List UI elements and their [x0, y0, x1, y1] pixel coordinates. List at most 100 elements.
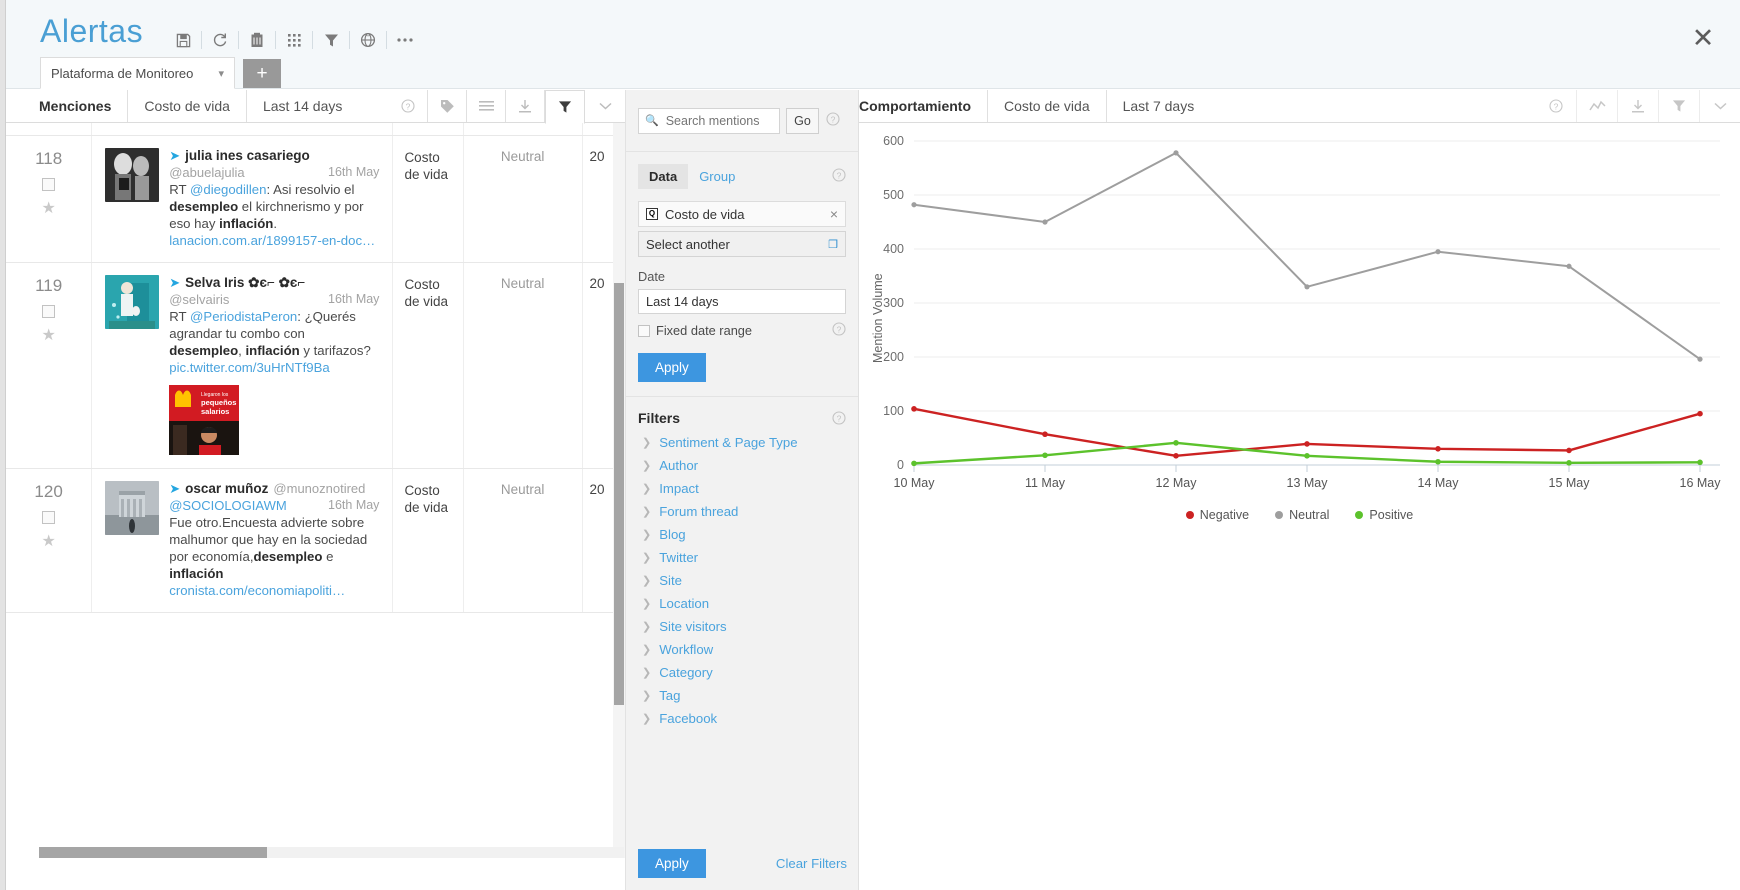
- series-line-neutral[interactable]: [913, 151, 1701, 360]
- help-icon[interactable]: ?: [832, 322, 846, 339]
- data-point[interactable]: [1435, 446, 1441, 452]
- download-icon[interactable]: [1617, 90, 1658, 122]
- data-point[interactable]: [1566, 447, 1572, 454]
- data-point[interactable]: [1304, 284, 1310, 290]
- chart-crumb-date[interactable]: Last 7 days: [1105, 90, 1211, 122]
- help-icon[interactable]: ?: [1535, 90, 1576, 122]
- mention-link[interactable]: @PeriodistaPeron: [190, 309, 297, 324]
- row-checkbox[interactable]: [42, 177, 56, 191]
- author-handle[interactable]: @selvairis: [169, 292, 229, 307]
- data-point[interactable]: [1566, 460, 1572, 466]
- behavior-line-chart[interactable]: 0 100 200 300 400 500 600 10 May 11 May 12 May 13 …: [859, 123, 1740, 513]
- tab-group[interactable]: Group: [688, 164, 746, 189]
- data-point[interactable]: [1697, 410, 1703, 417]
- filter-item-tag[interactable]: ❯ Tag: [638, 684, 846, 707]
- tab-data[interactable]: Data: [638, 164, 689, 189]
- data-point[interactable]: [911, 406, 917, 412]
- data-point[interactable]: [1042, 452, 1048, 459]
- table-row[interactable]: 118 ★ ➤ julia ines casariego @abuelajuli…: [6, 135, 625, 263]
- filter-item-site-visitors[interactable]: ❯ Site visitors: [638, 615, 846, 638]
- mentions-crumb-date[interactable]: Last 14 days: [245, 90, 358, 122]
- author-name[interactable]: oscar muñoz: [185, 481, 268, 496]
- legend-item-neutral[interactable]: Neutral: [1275, 508, 1329, 522]
- sentiment-label[interactable]: Neutral: [465, 470, 581, 509]
- download-icon[interactable]: [505, 90, 545, 122]
- search-input[interactable]: [663, 112, 774, 129]
- chevron-down-icon[interactable]: [1699, 90, 1740, 122]
- funnel-icon[interactable]: [1658, 90, 1699, 122]
- mention-link[interactable]: @diegodillen: [190, 182, 266, 197]
- star-icon[interactable]: ★: [7, 531, 90, 551]
- help-icon[interactable]: ?: [832, 168, 846, 185]
- filter-item-workflow[interactable]: ❯ Workflow: [638, 638, 846, 661]
- grid-icon[interactable]: [277, 27, 311, 53]
- author-handle[interactable]: @SOCIOLOGIAWM: [169, 498, 286, 513]
- data-point[interactable]: [1566, 263, 1572, 269]
- funnel-icon[interactable]: [314, 27, 348, 53]
- select-another-dropdown[interactable]: Select another ❒: [638, 231, 846, 257]
- remove-data-icon[interactable]: ×: [830, 206, 838, 222]
- data-point[interactable]: [1304, 441, 1310, 447]
- fixed-date-checkbox[interactable]: [638, 324, 650, 337]
- star-icon[interactable]: ★: [7, 198, 90, 218]
- search-go-button[interactable]: Go: [786, 107, 819, 134]
- funnel-icon[interactable]: [545, 90, 585, 124]
- list-icon[interactable]: [466, 90, 506, 122]
- sentiment-label[interactable]: Neutral: [465, 264, 581, 303]
- close-icon[interactable]: ✕: [1690, 25, 1716, 52]
- mention-image[interactable]: Llegaron los pequeños salarios: [169, 384, 240, 455]
- help-icon[interactable]: ?: [826, 112, 840, 129]
- external-link[interactable]: pic.twitter.com/3uHrNTf9Ba: [169, 360, 330, 375]
- data-point[interactable]: [1173, 440, 1179, 446]
- data-point[interactable]: [911, 460, 917, 467]
- tag-icon[interactable]: [427, 90, 467, 122]
- apply-filters-button[interactable]: Apply: [638, 849, 706, 878]
- data-point[interactable]: [1304, 453, 1310, 459]
- legend-item-negative[interactable]: Negative: [1185, 508, 1249, 522]
- mentions-vertical-scroll-thumb[interactable]: [614, 283, 624, 705]
- data-point[interactable]: [1435, 249, 1441, 255]
- line-chart-icon[interactable]: [1576, 90, 1617, 122]
- author-name[interactable]: Selva Iris ✿є⌐ ✿є⌐: [185, 275, 305, 291]
- legend-item-positive[interactable]: Positive: [1355, 508, 1413, 522]
- clipboard-icon[interactable]: [240, 27, 274, 53]
- data-point[interactable]: [1042, 431, 1048, 438]
- selected-data-chip[interactable]: Q Costo de vida ×: [638, 201, 846, 227]
- data-point[interactable]: [1435, 458, 1441, 465]
- filter-item-site[interactable]: ❯ Site: [638, 569, 846, 592]
- table-row[interactable]: 119 ★ ➤ Selva Iris ✿є⌐ ✿є⌐ @selvairis 16…: [6, 262, 625, 469]
- mentions-list-scroll[interactable]: 118 ★ ➤ julia ines casariego @abuelajuli…: [6, 123, 625, 858]
- filter-item-location[interactable]: ❯ Location: [638, 592, 846, 615]
- filter-item-forum-thread[interactable]: ❯ Forum thread: [638, 500, 846, 523]
- filter-item-facebook[interactable]: ❯ Facebook: [638, 707, 846, 730]
- mentions-horizontal-scroll-thumb[interactable]: [39, 847, 267, 858]
- help-icon[interactable]: ?: [832, 411, 846, 428]
- search-input-wrap[interactable]: 🔍: [638, 107, 780, 134]
- data-point[interactable]: [1173, 150, 1179, 156]
- clear-filters-link[interactable]: Clear Filters: [776, 856, 847, 871]
- row-checkbox[interactable]: [42, 510, 56, 524]
- sentiment-label[interactable]: Neutral: [465, 137, 581, 176]
- globe-icon[interactable]: [351, 27, 385, 53]
- filter-item-sentiment-page-type[interactable]: ❯ Sentiment & Page Type: [638, 431, 846, 454]
- filter-item-category[interactable]: ❯ Category: [638, 661, 846, 684]
- author-handle[interactable]: @abuelajulia: [169, 165, 244, 180]
- external-link[interactable]: lanacion.com.ar/1899157-en-doc…: [169, 233, 375, 248]
- date-input[interactable]: Last 14 days: [638, 289, 846, 314]
- data-point[interactable]: [911, 202, 917, 208]
- data-point[interactable]: [1173, 453, 1179, 459]
- filter-item-impact[interactable]: ❯ Impact: [638, 477, 846, 500]
- table-row[interactable]: 120 ★ ➤ oscar muñoz @munoznotired @SOCIO…: [6, 468, 625, 613]
- chevron-down-icon[interactable]: [585, 90, 625, 122]
- apply-data-button[interactable]: Apply: [638, 353, 706, 382]
- chart-crumb-topic[interactable]: Costo de vida: [987, 90, 1106, 122]
- save-icon[interactable]: [166, 27, 200, 53]
- author-handle-inline[interactable]: @munoznotired: [273, 481, 365, 496]
- external-link[interactable]: cronista.com/economiapoliti…: [169, 583, 345, 598]
- more-icon[interactable]: [388, 27, 422, 53]
- data-point[interactable]: [1042, 219, 1048, 225]
- tab-plataforma-de-monitoreo[interactable]: Plataforma de Monitoreo ▾: [40, 57, 235, 89]
- filter-item-blog[interactable]: ❯ Blog: [638, 523, 846, 546]
- author-name[interactable]: julia ines casariego: [185, 148, 310, 163]
- filter-item-author[interactable]: ❯ Author: [638, 454, 846, 477]
